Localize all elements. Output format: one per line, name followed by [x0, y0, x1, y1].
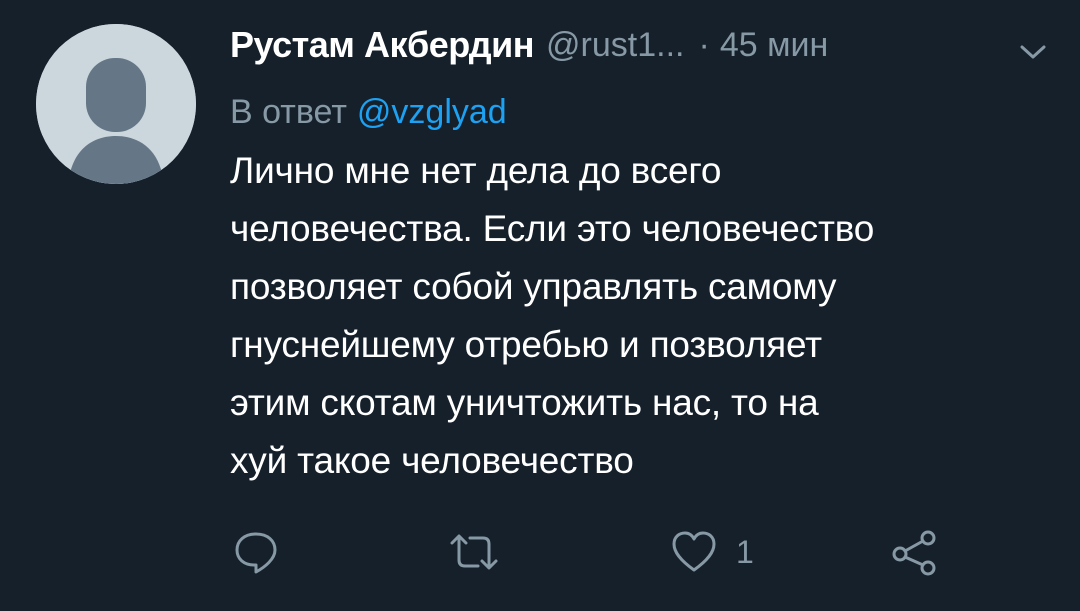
tweet-actions: 1: [230, 528, 990, 580]
share-icon: [890, 528, 940, 576]
tweet-content: Рустам Акбердин @rust1... · 45 мин В отв…: [230, 14, 1050, 490]
header-separator: ·: [698, 25, 710, 64]
tweet-text: Лично мне нет дела до всего человечества…: [230, 150, 875, 481]
author-handle[interactable]: @rust1...: [546, 26, 684, 65]
default-avatar-icon[interactable]: [36, 24, 196, 184]
share-button[interactable]: [890, 528, 958, 576]
tweet-timestamp[interactable]: 45 мин: [720, 26, 828, 65]
reply-mention-link[interactable]: @vzglyad: [357, 93, 507, 131]
retweet-button[interactable]: [448, 528, 518, 576]
reply-button[interactable]: [232, 528, 298, 576]
retweet-icon: [448, 528, 500, 576]
chevron-down-icon[interactable]: [1020, 44, 1046, 60]
tweet-header: Рустам Акбердин @rust1... · 45 мин: [230, 14, 1050, 76]
reply-prefix: В ответ: [230, 93, 347, 131]
reply-icon: [232, 528, 280, 576]
author-display-name[interactable]: Рустам Акбердин: [230, 24, 535, 66]
tweet[interactable]: Рустам Акбердин @rust1... · 45 мин В отв…: [0, 0, 1080, 611]
like-button[interactable]: 1: [670, 528, 754, 576]
heart-icon: [670, 528, 718, 576]
reply-context: В ответ @vzglyad: [230, 86, 1050, 138]
like-count: 1: [736, 533, 754, 570]
